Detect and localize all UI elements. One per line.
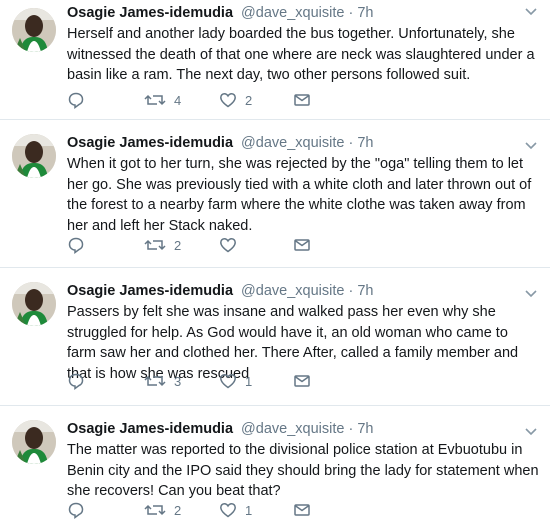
chevron-down-icon[interactable] (524, 424, 538, 436)
tweet-actions: 4 2 (67, 90, 367, 110)
separator-dot: · (348, 135, 354, 151)
direct-message-button[interactable] (293, 90, 311, 110)
avatar[interactable] (12, 420, 56, 464)
direct-message-button[interactable] (293, 235, 311, 255)
user-handle[interactable]: @dave_xquisite (241, 421, 344, 437)
envelope-icon (294, 375, 310, 387)
tweet-feed: Osagie James-idemudia @dave_xquisite · 7… (0, 0, 550, 525)
like-count: 2 (245, 92, 253, 108)
like-count: 1 (245, 502, 253, 518)
like-button[interactable] (219, 235, 245, 255)
like-count: 1 (245, 373, 253, 389)
retweet-icon (144, 375, 166, 387)
envelope-icon (294, 239, 310, 251)
avatar[interactable] (12, 8, 56, 52)
retweet-icon (144, 239, 166, 251)
separator-dot: · (348, 5, 354, 21)
heart-icon (220, 503, 236, 518)
retweet-button[interactable]: 4 (144, 90, 181, 110)
tweet-actions: 2 1 (67, 500, 367, 520)
timestamp[interactable]: 7h (357, 283, 373, 299)
display-name[interactable]: Osagie James-idemudia (67, 421, 233, 437)
heart-icon (220, 238, 236, 253)
retweet-count: 2 (174, 237, 182, 253)
retweet-count: 2 (174, 502, 182, 518)
envelope-icon (294, 94, 310, 106)
retweet-button[interactable]: 3 (144, 371, 181, 391)
retweet-button[interactable]: 2 (144, 235, 181, 255)
reply-button[interactable] (67, 235, 85, 255)
direct-message-button[interactable] (293, 500, 311, 520)
profile-photo-icon (12, 134, 56, 178)
user-handle[interactable]: @dave_xquisite (241, 283, 344, 299)
profile-photo-icon (12, 420, 56, 464)
retweet-icon (144, 94, 166, 106)
display-name[interactable]: Osagie James-idemudia (67, 5, 233, 21)
tweet-text: Herself and another lady boarded the bus… (67, 26, 535, 83)
reply-icon (68, 502, 84, 519)
avatar[interactable] (12, 282, 56, 326)
tweet-text: The matter was reported to the divisiona… (67, 442, 539, 499)
display-name[interactable]: Osagie James-idemudia (67, 283, 233, 299)
separator-dot: · (348, 283, 354, 299)
like-button[interactable]: 1 (219, 500, 252, 520)
tweet[interactable]: Osagie James-idemudia @dave_xquisite · 7… (0, 406, 550, 525)
tweet-actions: 2 (67, 235, 367, 255)
tweet-text: When it got to her turn, she was rejecte… (67, 156, 532, 234)
tweet[interactable]: Osagie James-idemudia @dave_xquisite · 7… (0, 0, 550, 120)
chevron-down-icon[interactable] (524, 138, 538, 150)
envelope-icon (294, 504, 310, 516)
retweet-icon (144, 504, 166, 516)
user-handle[interactable]: @dave_xquisite (241, 5, 344, 21)
reply-button[interactable] (67, 90, 85, 110)
avatar[interactable] (12, 134, 56, 178)
reply-icon (68, 237, 84, 254)
tweet[interactable]: Osagie James-idemudia @dave_xquisite · 7… (0, 120, 550, 268)
heart-icon (220, 374, 236, 389)
reply-icon (68, 373, 84, 390)
timestamp[interactable]: 7h (357, 421, 373, 437)
separator-dot: · (348, 421, 354, 437)
timestamp[interactable]: 7h (357, 5, 373, 21)
retweet-count: 4 (174, 92, 182, 108)
chevron-down-icon[interactable] (524, 4, 538, 16)
profile-photo-icon (12, 8, 56, 52)
timestamp[interactable]: 7h (357, 135, 373, 151)
user-handle[interactable]: @dave_xquisite (241, 135, 344, 151)
tweet-header: Osagie James-idemudia @dave_xquisite · 7… (67, 406, 540, 438)
tweet[interactable]: Osagie James-idemudia @dave_xquisite · 7… (0, 268, 550, 406)
like-button[interactable]: 1 (219, 371, 252, 391)
tweet-actions: 3 1 (67, 371, 367, 391)
direct-message-button[interactable] (293, 371, 311, 391)
tweet-header: Osagie James-idemudia @dave_xquisite · 7… (67, 120, 540, 152)
tweet-header: Osagie James-idemudia @dave_xquisite · 7… (67, 268, 540, 300)
reply-button[interactable] (67, 500, 85, 520)
retweet-button[interactable]: 2 (144, 500, 181, 520)
display-name[interactable]: Osagie James-idemudia (67, 135, 233, 151)
profile-photo-icon (12, 282, 56, 326)
heart-icon (220, 93, 236, 108)
reply-icon (68, 92, 84, 109)
retweet-count: 3 (174, 373, 182, 389)
chevron-down-icon[interactable] (524, 286, 538, 298)
like-button[interactable]: 2 (219, 90, 252, 110)
tweet-header: Osagie James-idemudia @dave_xquisite · 7… (67, 0, 540, 22)
reply-button[interactable] (67, 371, 85, 391)
